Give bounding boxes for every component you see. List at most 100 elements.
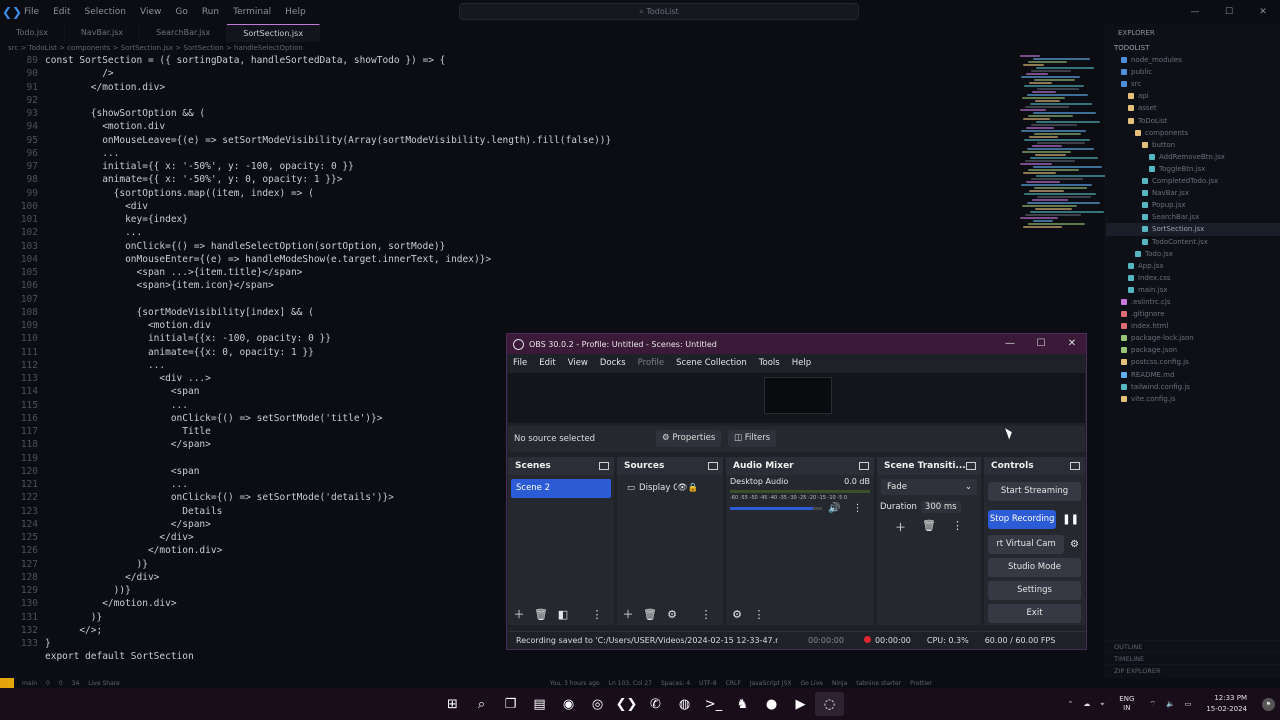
- vscode-icon[interactable]: ❮❯: [612, 692, 641, 716]
- undock-icon[interactable]: [966, 462, 976, 470]
- code-line[interactable]: ...: [45, 147, 611, 160]
- menu-item-run[interactable]: Run: [202, 7, 219, 17]
- explorer-item[interactable]: asset: [1106, 102, 1280, 114]
- filters-button[interactable]: ◫ Filters: [728, 430, 777, 447]
- code-line[interactable]: onMouseEnter={(e) => handleModeShow(e.ta…: [45, 253, 611, 266]
- minimap[interactable]: [1020, 54, 1106, 234]
- filter-icon[interactable]: ◧: [552, 608, 574, 621]
- code-line[interactable]: [45, 94, 611, 107]
- firefox-icon[interactable]: ◍: [670, 692, 699, 716]
- app-icon[interactable]: ●: [757, 692, 786, 716]
- status-item[interactable]: Prettier: [910, 680, 932, 687]
- status-item[interactable]: 0: [46, 680, 50, 687]
- code-line[interactable]: onClick={() => handleSelectOption(sortOp…: [45, 240, 611, 253]
- explorer-item[interactable]: button: [1106, 139, 1280, 151]
- obs-menu-edit[interactable]: Edit: [539, 358, 555, 368]
- status-item[interactable]: JavaScript JSX: [750, 680, 792, 687]
- status-item[interactable]: UTF-8: [699, 680, 717, 687]
- network-icon[interactable]: ⌖: [1100, 700, 1104, 709]
- edge-icon[interactable]: ◉: [554, 692, 583, 716]
- code-line[interactable]: <span ...>{item.title}</span>: [45, 266, 611, 279]
- obs-icon[interactable]: ◌: [815, 692, 844, 716]
- youtube-icon[interactable]: ▶: [786, 692, 815, 716]
- maximize-icon[interactable]: ☐: [1212, 0, 1246, 24]
- more-icon[interactable]: ⋮: [695, 608, 717, 621]
- more-icon[interactable]: ⋮: [748, 608, 770, 621]
- code-line[interactable]: initial={{ x: '-50%', y: -100, opacity: …: [45, 160, 611, 173]
- stop-recording-button[interactable]: Stop Recording: [988, 510, 1057, 529]
- explorer-item[interactable]: SortSection.jsx: [1106, 223, 1280, 236]
- undock-icon[interactable]: [708, 462, 718, 470]
- vscode-search-bar[interactable]: ⌕ TodoList: [459, 3, 859, 20]
- explorer-item[interactable]: TodoContent.jsx: [1106, 236, 1280, 248]
- status-item[interactable]: 0: [59, 680, 63, 687]
- status-item[interactable]: main: [22, 680, 37, 687]
- explorer-item[interactable]: SearchBar.jsx: [1106, 211, 1280, 223]
- obs-close-icon[interactable]: ✕: [1057, 334, 1087, 354]
- scene-item[interactable]: Scene 2: [511, 479, 611, 498]
- code-line[interactable]: <span>{item.icon}</span>: [45, 279, 611, 292]
- settings-button[interactable]: Settings: [988, 581, 1081, 600]
- explorer-item[interactable]: .eslintrc.cjs: [1106, 296, 1280, 308]
- obs-menu-help[interactable]: Help: [792, 358, 811, 368]
- tab-navbar-jsx[interactable]: NavBar.jsx: [65, 24, 141, 42]
- transition-select[interactable]: Fade ⌄: [881, 479, 977, 495]
- obs-menu-scene-collection[interactable]: Scene Collection: [676, 358, 747, 368]
- duration-input[interactable]: 300 ms: [920, 501, 961, 513]
- status-item[interactable]: 34: [72, 680, 80, 687]
- status-item[interactable]: Live Share: [88, 680, 119, 687]
- code-line[interactable]: ...: [45, 226, 611, 239]
- explorer-root[interactable]: TODOLIST: [1106, 42, 1280, 54]
- search-icon[interactable]: ⌕: [467, 692, 496, 716]
- code-line[interactable]: export default SortSection: [45, 650, 611, 663]
- menu-item-edit[interactable]: Edit: [53, 7, 70, 17]
- terminal-icon[interactable]: >_: [699, 692, 728, 716]
- code-line[interactable]: animate={{ x: '-50%', y: 0, opacity: 1 }…: [45, 173, 611, 186]
- clock[interactable]: 12:33 PM 15-02-2024: [1201, 693, 1252, 715]
- explorer-item[interactable]: tailwind.config.js: [1106, 381, 1280, 393]
- explorer-item[interactable]: index.html: [1106, 320, 1280, 332]
- code-line[interactable]: <div: [45, 200, 611, 213]
- menu-item-view[interactable]: View: [140, 7, 161, 17]
- obs-maximize-icon[interactable]: ☐: [1026, 334, 1056, 354]
- code-line[interactable]: const SortSection = ({ sortingData, hand…: [45, 54, 611, 67]
- code-line[interactable]: key={index}: [45, 213, 611, 226]
- source-item[interactable]: ▭ Display Ca 👁 🔒: [620, 479, 720, 498]
- obs-menu-profile[interactable]: Profile: [638, 358, 664, 368]
- trash-icon[interactable]: 🗑: [639, 608, 661, 621]
- explorer-item[interactable]: ToggleBtn.jsx: [1106, 163, 1280, 175]
- menu-item-selection[interactable]: Selection: [85, 7, 126, 17]
- trash-icon[interactable]: 🗑: [530, 608, 552, 621]
- status-item[interactable]: Ln 103, Col 27: [609, 680, 652, 687]
- status-item[interactable]: tabnine starter: [856, 680, 901, 687]
- tab-todo-jsx[interactable]: Todo.jsx: [0, 24, 65, 42]
- start-streaming-button[interactable]: Start Streaming: [988, 482, 1081, 501]
- volume-icon[interactable]: 🔈: [1166, 700, 1175, 708]
- menu-item-file[interactable]: File: [24, 7, 39, 17]
- explorer-section-outline[interactable]: OUTLINE: [1106, 640, 1280, 652]
- explorer-item[interactable]: main.jsx: [1106, 284, 1280, 296]
- explorer-section-zip-explorer[interactable]: ZIP EXPLORER: [1106, 664, 1280, 676]
- more-icon[interactable]: ⋮: [852, 503, 862, 514]
- obs-menu-view[interactable]: View: [568, 358, 588, 368]
- explorer-item[interactable]: api: [1106, 90, 1280, 102]
- chevron-up-icon[interactable]: ⌃: [1067, 700, 1073, 708]
- obs-menu-file[interactable]: File: [513, 358, 527, 368]
- explorer-item[interactable]: public: [1106, 66, 1280, 78]
- trash-icon[interactable]: 🗑: [922, 519, 936, 535]
- eye-icon[interactable]: 👁: [677, 479, 688, 498]
- add-icon[interactable]: ＋: [617, 606, 639, 622]
- explorer-item[interactable]: package.json: [1106, 344, 1280, 356]
- exit-button[interactable]: Exit: [988, 604, 1081, 623]
- remote-indicator[interactable]: [0, 678, 14, 688]
- explorer-item[interactable]: ToDoList: [1106, 115, 1280, 127]
- tab-sortsection-jsx[interactable]: SortSection.jsx: [227, 24, 321, 42]
- explorer-item[interactable]: README.md: [1106, 369, 1280, 381]
- lock-icon[interactable]: 🔒: [688, 479, 699, 498]
- status-item[interactable]: Go Live: [800, 680, 822, 687]
- studio-mode-button[interactable]: Studio Mode: [988, 558, 1081, 577]
- menu-item-terminal[interactable]: Terminal: [233, 7, 271, 17]
- explorer-item[interactable]: index.css: [1106, 272, 1280, 284]
- status-item[interactable]: CRLF: [726, 680, 741, 687]
- explorer-item[interactable]: vite.config.js: [1106, 393, 1280, 405]
